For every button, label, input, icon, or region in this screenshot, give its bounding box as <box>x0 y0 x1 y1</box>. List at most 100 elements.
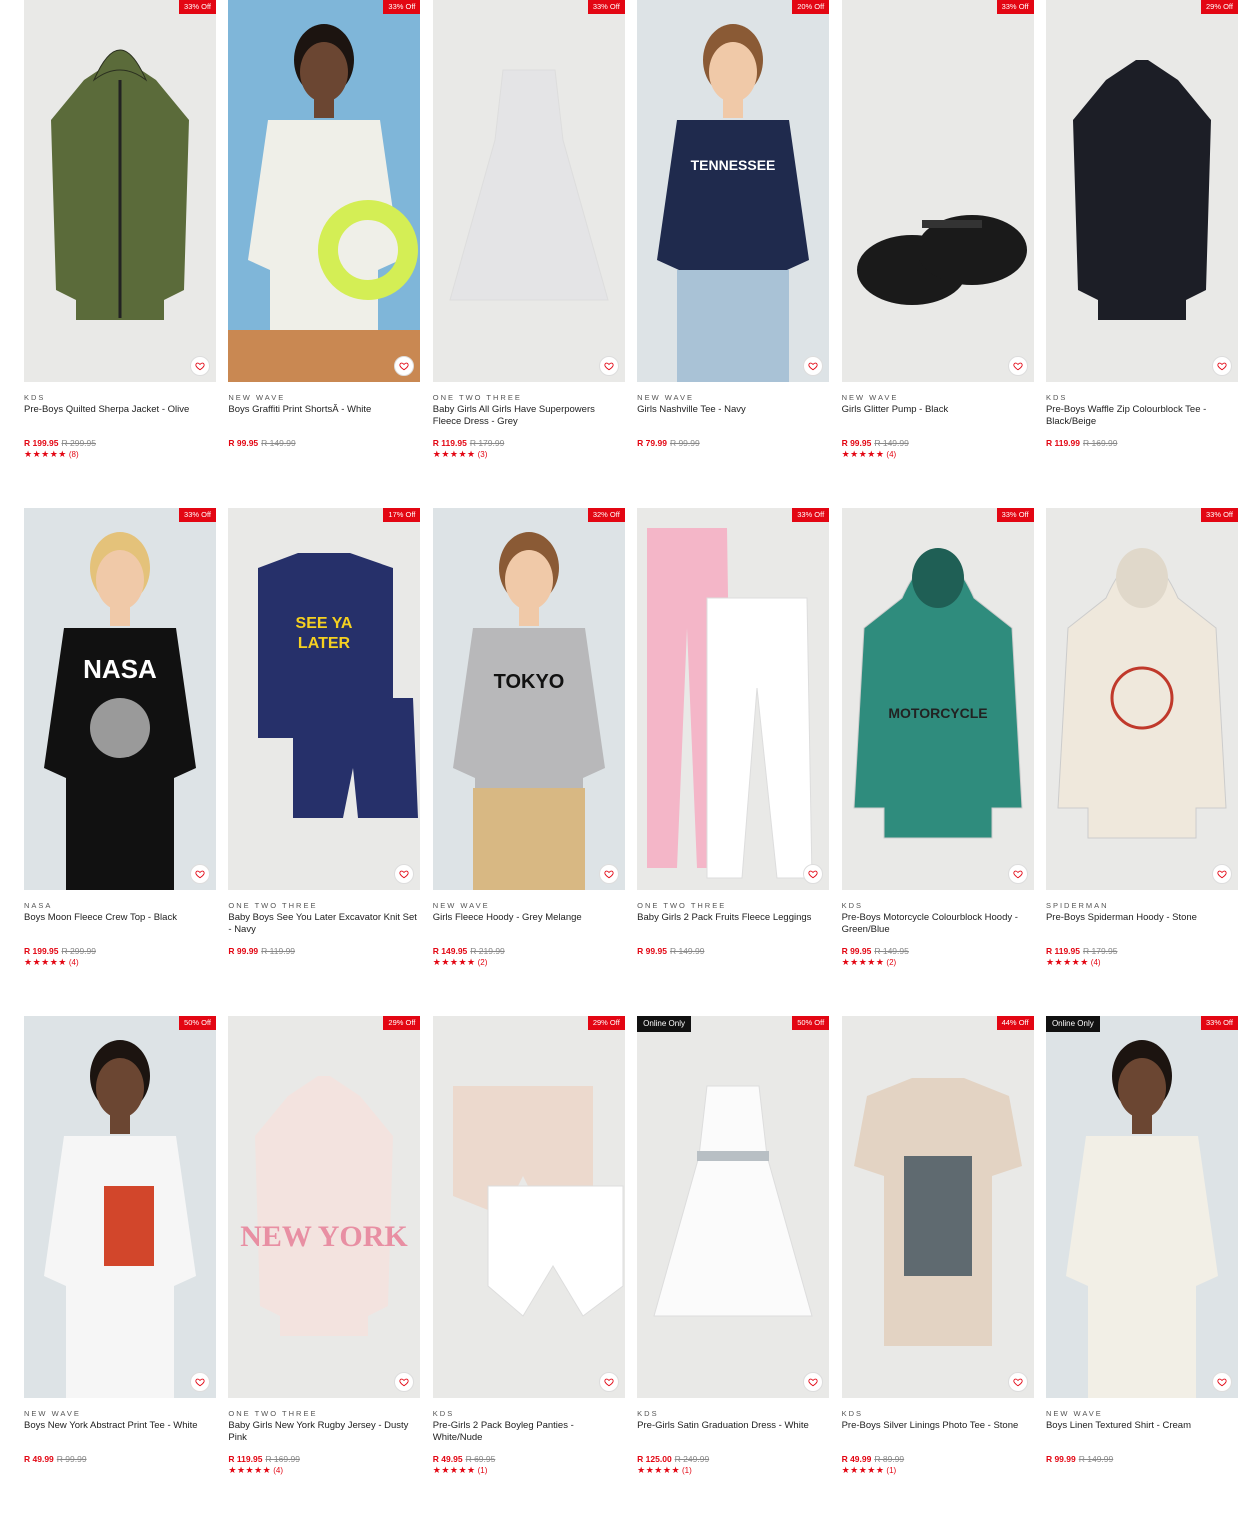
original-price: R 149.99 <box>261 438 296 448</box>
current-price: R 125.00 <box>637 1454 672 1464</box>
product-card[interactable]: 33% Off SPIDERMAN Pre-Boys Spiderman Hoo… <box>1045 508 1238 1016</box>
product-image[interactable]: NASA 33% Off <box>24 508 216 890</box>
current-price: R 119.95 <box>432 438 467 448</box>
product-name[interactable]: Baby Girls New York Rugby Jersey - Dusty… <box>228 1420 420 1443</box>
discount-badge: 33% Off <box>179 0 216 14</box>
wishlist-heart-icon[interactable] <box>598 1372 619 1392</box>
product-name[interactable]: Girls Glitter Pump - Black <box>842 404 1034 427</box>
heart-icon <box>1217 362 1227 371</box>
product-card[interactable]: NEW YORK 29% Off ONE TWO THREE Baby Girl… <box>228 1016 421 1524</box>
product-image[interactable]: TOKYO 32% Off <box>432 508 625 890</box>
current-price: R 99.95 <box>841 946 872 956</box>
review-count: (2) <box>886 958 897 967</box>
product-image-art <box>24 1016 216 1398</box>
product-image[interactable]: 50% Off <box>24 1016 216 1398</box>
product-name[interactable]: Girls Fleece Hoody - Grey Melange <box>433 912 625 935</box>
product-card[interactable]: 29% Off KDS Pre-Girls 2 Pack Boyleg Pant… <box>432 1016 625 1524</box>
heart-icon <box>399 1378 409 1387</box>
product-card[interactable]: 44% Off KDS Pre-Boys Silver Linings Phot… <box>841 1016 1034 1524</box>
product-image[interactable]: 29% Off <box>1045 0 1238 382</box>
product-name[interactable]: Pre-Boys Motorcycle Colourblock Hoody - … <box>842 912 1034 935</box>
product-name[interactable]: Pre-Boys Silver Linings Photo Tee - Ston… <box>842 1420 1034 1443</box>
product-image[interactable]: 33% Off <box>432 0 625 382</box>
product-image[interactable]: 33% Off <box>637 508 830 890</box>
current-price: R 119.95 <box>228 1454 263 1464</box>
product-card[interactable]: 33% Off NEW WAVE Girls Glitter Pump - Bl… <box>841 0 1034 508</box>
heart-icon <box>1217 870 1227 879</box>
original-price: R 69.95 <box>465 1454 496 1464</box>
product-name[interactable]: Boys Linen Textured Shirt - Cream <box>1046 1420 1238 1443</box>
product-image[interactable]: Online Only 50% Off <box>637 1016 830 1398</box>
discount-badge: 33% Off <box>179 508 216 522</box>
product-image[interactable]: 33% Off <box>841 0 1034 382</box>
product-image[interactable]: MOTORCYCLE 33% Off <box>841 508 1034 890</box>
product-brand: KDS <box>432 1409 455 1418</box>
product-image[interactable]: 33% Off <box>24 0 216 382</box>
product-price: R 99.95 R 149.95 <box>842 946 1034 956</box>
heart-icon <box>1217 1378 1227 1387</box>
wishlist-heart-icon[interactable] <box>598 356 619 376</box>
product-price: R 119.95 R 179.99 <box>433 438 625 448</box>
product-card[interactable]: TOKYO 32% Off NEW WAVE Girls Fleece Hood… <box>432 508 625 1016</box>
product-name[interactable]: Pre-Boys Spiderman Hoody - Stone <box>1046 912 1238 935</box>
product-image-art <box>637 1016 830 1398</box>
review-count: (1) <box>682 1466 692 1475</box>
wishlist-heart-icon[interactable] <box>1211 1372 1232 1392</box>
review-count: (1) <box>477 1466 488 1475</box>
wishlist-heart-icon[interactable] <box>190 864 210 884</box>
product-name[interactable]: Girls Nashville Tee - Navy <box>637 404 829 427</box>
product-card[interactable]: 33% Off ONE TWO THREE Baby Girls All Gir… <box>432 0 625 508</box>
product-card[interactable]: Online Only 50% Off KDS Pre-Girls Satin … <box>637 1016 830 1524</box>
wishlist-heart-icon[interactable] <box>1007 1372 1028 1392</box>
heart-icon <box>195 870 205 879</box>
product-name[interactable]: Boys New York Abstract Print Tee - White <box>24 1420 216 1443</box>
discount-badge: 29% Off <box>383 1016 421 1030</box>
product-image[interactable]: 33% Off <box>228 0 421 382</box>
product-brand: NEW WAVE <box>228 393 286 402</box>
product-card[interactable]: 33% Off KDS Pre-Boys Quilted Sherpa Jack… <box>24 0 216 508</box>
original-price: R 169.99 <box>1082 438 1118 448</box>
product-image[interactable]: 29% Off <box>432 1016 625 1398</box>
product-card[interactable]: NASA 33% Off NASA Boys Moon Fleece Crew … <box>24 508 216 1016</box>
product-name[interactable]: Baby Girls 2 Pack Fruits Fleece Leggings <box>637 912 829 935</box>
wishlist-heart-icon[interactable] <box>1007 864 1028 884</box>
product-card[interactable]: 50% Off NEW WAVE Boys New York Abstract … <box>24 1016 216 1524</box>
product-name[interactable]: Boys Moon Fleece Crew Top - Black <box>24 912 216 935</box>
product-rating: ★★★★★ (3) <box>433 449 625 460</box>
product-name[interactable]: Pre-Boys Waffle Zip Colourblock Tee - Bl… <box>1046 404 1238 427</box>
product-image[interactable]: Online Only 33% Off <box>1045 1016 1238 1398</box>
product-name[interactable]: Pre-Boys Quilted Sherpa Jacket - Olive <box>24 404 216 427</box>
product-name[interactable]: Pre-Girls 2 Pack Boyleg Panties - White/… <box>433 1420 625 1443</box>
rating-stars: ★★★★★ <box>841 1465 885 1475</box>
wishlist-heart-icon[interactable] <box>598 864 619 884</box>
product-image[interactable]: NEW YORK 29% Off <box>228 1016 421 1398</box>
product-image[interactable]: SEE YA LATER 17% Off <box>228 508 421 890</box>
rating-stars: ★★★★★ <box>24 449 67 459</box>
heart-icon <box>399 870 409 879</box>
wishlist-heart-icon[interactable] <box>1007 356 1028 376</box>
product-card[interactable]: SEE YA LATER 17% Off ONE TWO THREE Baby B… <box>228 508 421 1016</box>
product-card[interactable]: 33% Off NEW WAVE Boys Graffiti Print Sho… <box>228 0 421 508</box>
rating-stars: ★★★★★ <box>432 449 476 459</box>
product-card[interactable]: MOTORCYCLE 33% Off KDS Pre-Boys Motorcyc… <box>841 508 1034 1016</box>
product-image[interactable]: TENNESSEE 20% Off <box>637 0 830 382</box>
product-brand: ONE TWO THREE <box>228 901 318 910</box>
original-price: R 299.99 <box>61 946 97 956</box>
product-card[interactable]: Online Only 33% Off NEW WAVE Boys Linen … <box>1045 1016 1238 1524</box>
wishlist-heart-icon[interactable] <box>190 1372 210 1392</box>
wishlist-heart-icon[interactable] <box>1211 356 1232 376</box>
original-price: R 149.99 <box>669 946 705 956</box>
product-image[interactable]: 44% Off <box>841 1016 1034 1398</box>
wishlist-heart-icon[interactable] <box>190 356 210 376</box>
product-card[interactable]: 33% Off ONE TWO THREE Baby Girls 2 Pack … <box>637 508 830 1016</box>
product-name[interactable]: Baby Girls All Girls Have Superpowers Fl… <box>433 404 625 427</box>
product-name[interactable]: Baby Boys See You Later Excavator Knit S… <box>228 912 420 935</box>
product-price: R 119.95 R 179.95 <box>1046 946 1238 956</box>
product-name[interactable]: Pre-Girls Satin Graduation Dress - White <box>637 1420 829 1443</box>
product-image[interactable]: 33% Off <box>1045 508 1238 890</box>
original-price: R 149.95 <box>874 946 909 956</box>
product-card[interactable]: TENNESSEE 20% Off NEW WAVE Girls Nashvil… <box>637 0 830 508</box>
product-card[interactable]: 29% Off KDS Pre-Boys Waffle Zip Colourbl… <box>1045 0 1238 508</box>
product-name[interactable]: Boys Graffiti Print ShortsÂ - White <box>228 404 420 427</box>
wishlist-heart-icon[interactable] <box>1211 864 1232 884</box>
